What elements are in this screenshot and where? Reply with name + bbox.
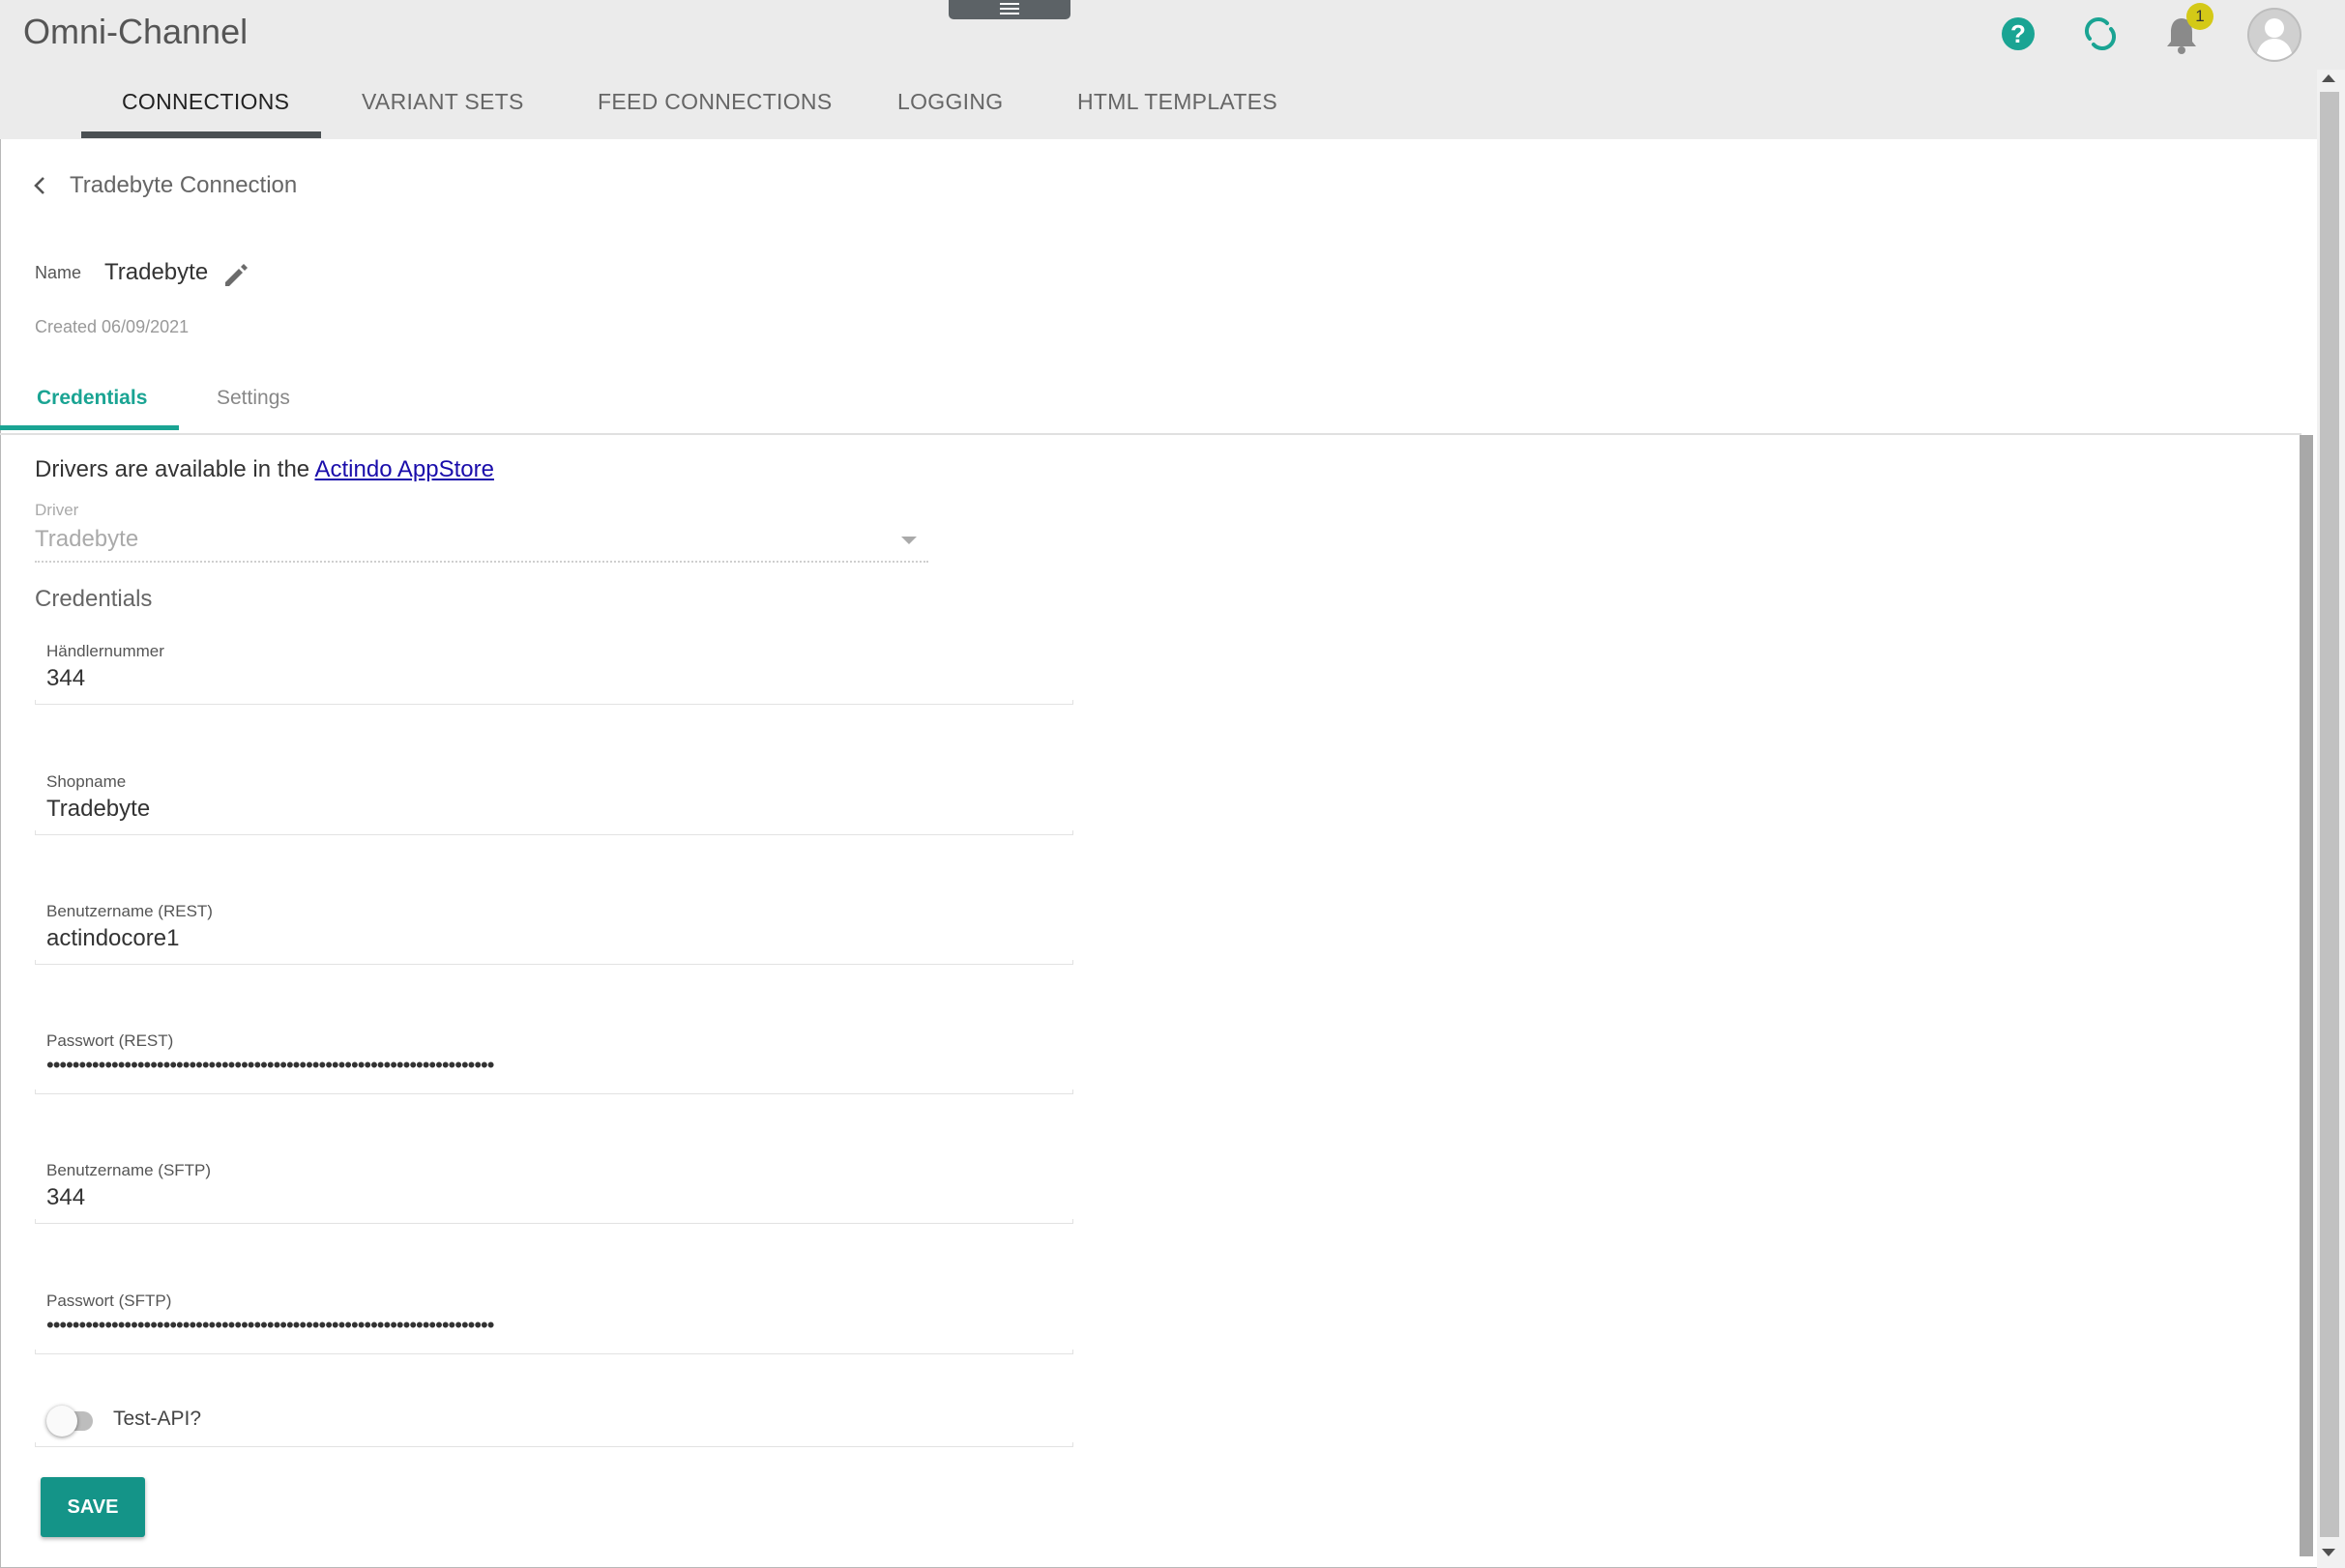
field-label: Benutzername (REST) xyxy=(46,902,213,920)
hamburger-icon xyxy=(1000,3,1019,17)
page-scrollbar-thumb[interactable] xyxy=(2320,92,2339,1537)
credentials-heading: Credentials xyxy=(35,586,153,612)
drivers-info: Drivers are available in the Actindo App… xyxy=(35,456,494,483)
created-date: Created 06/09/2021 xyxy=(35,317,190,336)
scroll-up-arrow-icon[interactable] xyxy=(2322,74,2335,82)
app-title: Omni-Channel xyxy=(23,12,249,51)
field-underline xyxy=(35,700,1073,705)
page-title: Tradebyte Connection xyxy=(70,172,298,198)
benutzername-sftp-input[interactable]: 344 xyxy=(46,1184,85,1211)
toggle-underline xyxy=(35,1442,1073,1447)
tab-html-templates[interactable]: HTML TEMPLATES xyxy=(1077,89,1277,115)
active-tab-indicator xyxy=(81,131,321,138)
field-underline xyxy=(35,830,1073,835)
shopname-input[interactable]: Tradebyte xyxy=(46,796,150,823)
field-passwort-rest[interactable]: Passwort (REST) ••••••••••••••••••••••••… xyxy=(35,1031,1073,1095)
field-label: Passwort (SFTP) xyxy=(46,1292,172,1310)
driver-select[interactable]: Tradebyte xyxy=(35,526,138,553)
field-label: Shopname xyxy=(46,772,127,791)
help-icon[interactable]: ? xyxy=(2002,17,2035,50)
field-label: Benutzername (SFTP) xyxy=(46,1161,212,1179)
passwort-rest-input[interactable]: ••••••••••••••••••••••••••••••••••••••••… xyxy=(46,1053,494,1078)
content-scrollbar-thumb[interactable] xyxy=(2300,435,2313,1556)
driver-label: Driver xyxy=(35,501,79,519)
tab-feed-connections[interactable]: FEED CONNECTIONS xyxy=(598,89,832,115)
subtab-settings[interactable]: Settings xyxy=(217,387,290,410)
passwort-sftp-input[interactable]: ••••••••••••••••••••••••••••••••••••••••… xyxy=(46,1313,494,1338)
save-button[interactable]: SAVE xyxy=(41,1477,145,1537)
app-header: Omni-Channel ? 1 CONNECTIONS VARIANT SET… xyxy=(0,0,2345,139)
scroll-down-arrow-icon[interactable] xyxy=(2322,1549,2335,1556)
field-benutzername-rest[interactable]: Benutzername (REST) actindocore1 xyxy=(35,902,1073,966)
field-underline xyxy=(35,1219,1073,1224)
back-arrow-icon[interactable] xyxy=(29,174,52,197)
field-benutzername-sftp[interactable]: Benutzername (SFTP) 344 xyxy=(35,1161,1073,1225)
tab-logging[interactable]: LOGGING xyxy=(897,89,1003,115)
field-shopname[interactable]: Shopname Tradebyte xyxy=(35,772,1073,836)
sync-icon[interactable] xyxy=(2082,15,2119,52)
subtab-credentials[interactable]: Credentials xyxy=(37,387,147,410)
connection-name: Tradebyte xyxy=(104,259,209,285)
field-haendlernummer[interactable]: Händlernummer 344 xyxy=(35,642,1073,706)
field-label: Händlernummer xyxy=(46,642,164,660)
field-underline xyxy=(35,960,1073,965)
test-api-row: Test-API? xyxy=(35,1400,1073,1448)
user-silhouette-icon xyxy=(2247,8,2301,62)
tab-connections[interactable]: CONNECTIONS xyxy=(122,89,289,115)
toggle-knob[interactable] xyxy=(46,1406,77,1437)
name-label: Name xyxy=(35,263,82,282)
drivers-info-text: Drivers are available in the xyxy=(35,456,310,482)
menu-handle[interactable] xyxy=(949,0,1070,19)
test-api-label: Test-API? xyxy=(113,1408,202,1430)
subtab-indicator xyxy=(0,425,179,430)
dropdown-arrow-icon xyxy=(901,537,917,544)
field-passwort-sftp[interactable]: Passwort (SFTP) ••••••••••••••••••••••••… xyxy=(35,1292,1073,1355)
field-underline xyxy=(35,1089,1073,1094)
tab-variant-sets[interactable]: VARIANT SETS xyxy=(362,89,524,115)
user-avatar-icon[interactable] xyxy=(2247,8,2301,62)
driver-underline xyxy=(35,561,928,563)
benutzername-rest-input[interactable]: actindocore1 xyxy=(46,925,179,952)
notification-badge: 1 xyxy=(2186,3,2213,30)
field-underline xyxy=(35,1350,1073,1354)
haendlernummer-input[interactable]: 344 xyxy=(46,665,85,692)
field-label: Passwort (REST) xyxy=(46,1031,174,1050)
appstore-link[interactable]: Actindo AppStore xyxy=(314,456,493,482)
subtab-divider xyxy=(0,433,2301,435)
edit-pencil-icon[interactable] xyxy=(220,259,251,290)
